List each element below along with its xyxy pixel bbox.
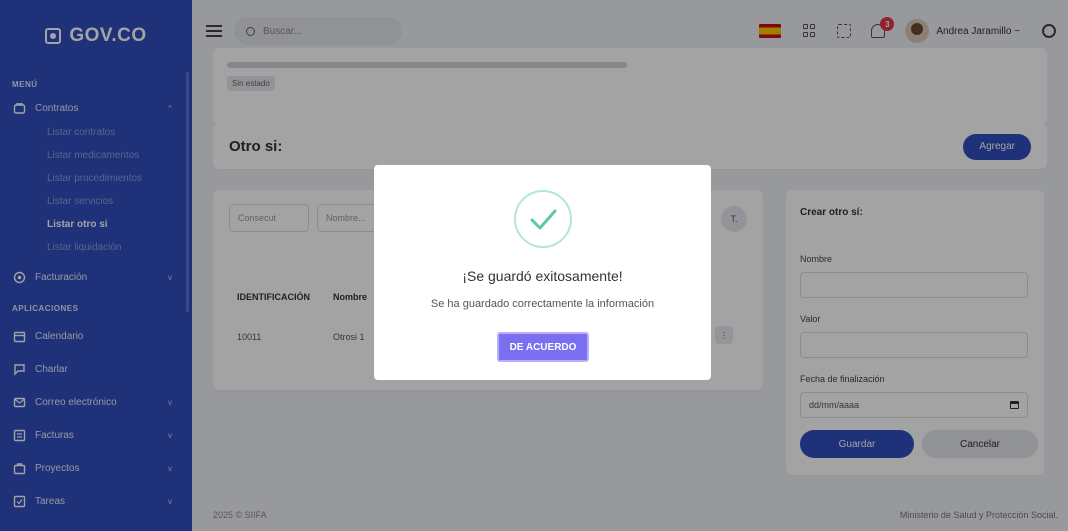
success-dialog: ¡Se guardó exitosamente! Se ha guardado … bbox=[374, 165, 711, 380]
confirm-button[interactable]: DE ACUERDO bbox=[497, 332, 589, 362]
dialog-title: ¡Se guardó exitosamente! bbox=[462, 268, 623, 284]
success-check-icon bbox=[514, 190, 572, 248]
dialog-message: Se ha guardado correctamente la informac… bbox=[430, 298, 655, 310]
